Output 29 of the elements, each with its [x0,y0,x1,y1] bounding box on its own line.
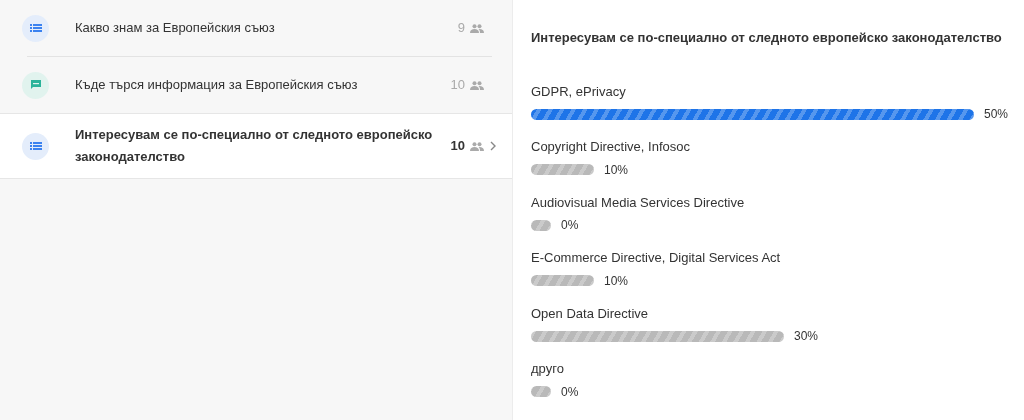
option-label: друго [531,360,565,378]
chevron-right-icon [490,141,496,151]
percentage: 0% [561,217,579,234]
people-icon [470,141,484,151]
respondent-count: 10 [450,137,465,156]
percentage: 10% [604,272,629,290]
option-label: E-Commerce Directive, Digital Services Act [531,249,782,267]
question-title: Интересувам се по-специално от следното европейско законодателство [75,125,434,166]
percentage: 10% [604,161,629,179]
question-title: Какво знам за Европейския съюз [75,18,276,37]
option-label: Audiovisual Media Services Directive [531,193,746,212]
option-label: Copyright Directive, Infosoc [531,138,691,156]
option-label: Open Data Directive [531,304,650,323]
people-icon [470,80,484,90]
chat-icon [29,79,42,91]
respondent-count: 9 [457,19,465,38]
question-item[interactable]: Къде търся информация за Европейския съюз 10 [0,57,512,113]
option-label: GDPR, ePrivacy [531,82,627,101]
respondent-count: 10 [450,76,465,95]
people-icon [470,23,484,33]
percentage: 0% [561,383,579,401]
question-item[interactable]: Интересувам се по-специално от следното европейско законодателство 10 [0,113,512,179]
percentage: 50% [984,106,1009,123]
question-title: Къде търся информация за Европейския съюз [75,75,359,94]
results-title: Интересувам се по-специално от следното европейско законодателство [531,29,1003,47]
list-icon [29,141,42,151]
list-icon [29,23,42,33]
question-item[interactable]: Какво знам за Европейския съюз 9 [0,0,512,56]
percentage: 30% [794,328,819,345]
